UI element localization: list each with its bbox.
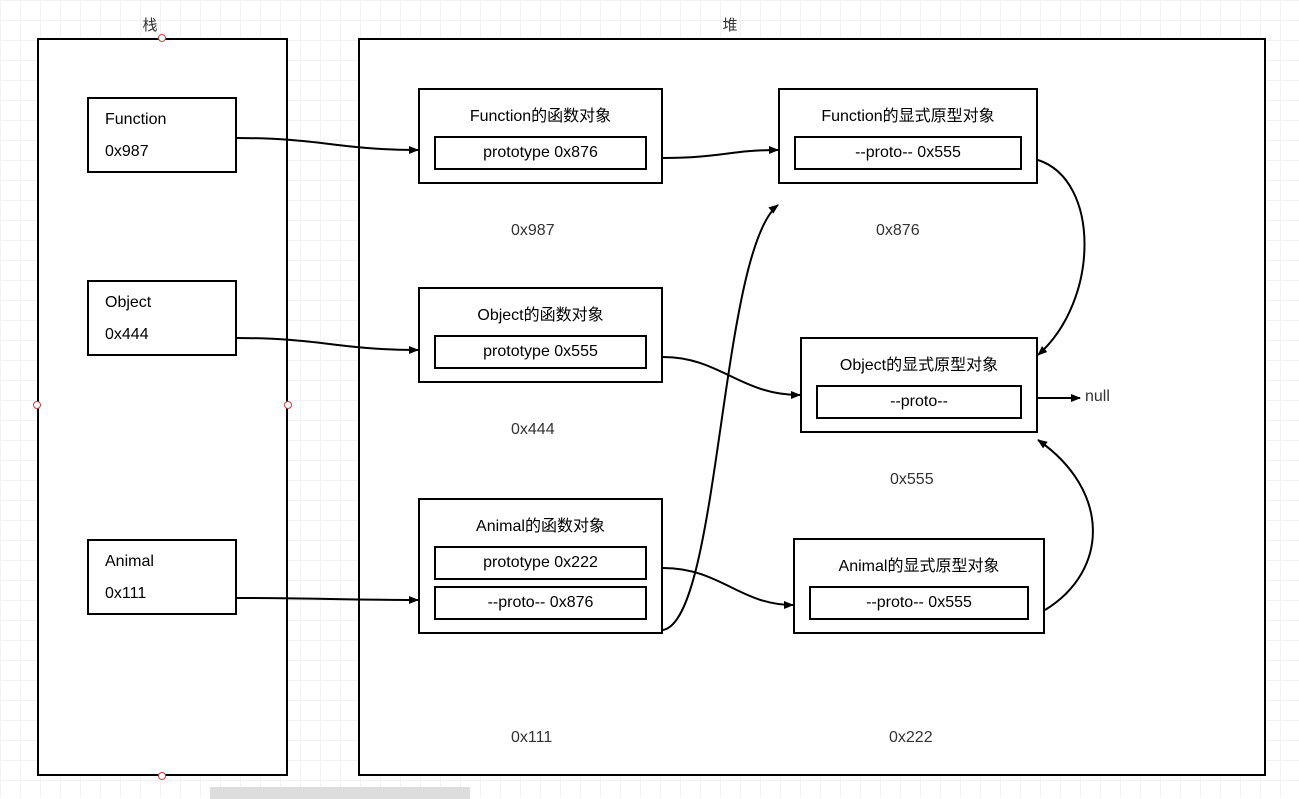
addr-label: 0x444 xyxy=(511,421,555,439)
heap-cell-prototype: prototype 0x222 xyxy=(434,546,647,580)
addr-label: 0x987 xyxy=(511,222,555,240)
stack-item-name: Function xyxy=(105,111,219,129)
stack-item-animal: Animal 0x111 xyxy=(87,539,237,615)
heap-box-title: Function的函数对象 xyxy=(434,102,647,126)
selection-handle[interactable] xyxy=(158,34,166,42)
heap-box-title: Object的显式原型对象 xyxy=(816,351,1022,375)
stack-item-name: Object xyxy=(105,294,219,312)
stack-item-function: Function 0x987 xyxy=(87,97,237,173)
heap-box-title: Animal的显式原型对象 xyxy=(809,552,1029,576)
heap-cell-proto: --proto-- 0x555 xyxy=(809,586,1029,620)
heap-object-proto: Object的显式原型对象 --proto-- xyxy=(800,337,1038,433)
selection-handle[interactable] xyxy=(284,401,292,409)
addr-label: 0x876 xyxy=(876,222,920,240)
heap-box-title: Animal的函数对象 xyxy=(434,512,647,536)
stack-item-object: Object 0x444 xyxy=(87,280,237,356)
heap-cell-proto: --proto-- xyxy=(816,385,1022,419)
stack-item-addr: 0x444 xyxy=(105,326,219,344)
heap-object-obj: Object的函数对象 prototype 0x555 xyxy=(418,287,663,383)
selection-handle[interactable] xyxy=(158,772,166,780)
heap-cell-proto: --proto-- 0x876 xyxy=(434,586,647,620)
heap-animal-proto: Animal的显式原型对象 --proto-- 0x555 xyxy=(793,538,1045,634)
stack-item-addr: 0x111 xyxy=(105,585,219,603)
addr-label: 0x222 xyxy=(889,729,933,747)
heap-function-proto: Function的显式原型对象 --proto-- 0x555 xyxy=(778,88,1038,184)
stack-title: 栈 xyxy=(130,14,170,35)
selection-handle[interactable] xyxy=(33,401,41,409)
null-label: null xyxy=(1085,388,1110,406)
heap-box-title: Function的显式原型对象 xyxy=(794,102,1022,126)
stack-item-addr: 0x987 xyxy=(105,143,219,161)
heap-title: 堆 xyxy=(710,14,750,35)
heap-animal-obj: Animal的函数对象 prototype 0x222 --proto-- 0x… xyxy=(418,498,663,634)
stack-item-name: Animal xyxy=(105,553,219,571)
addr-label: 0x555 xyxy=(890,471,934,489)
heap-cell-proto: --proto-- 0x555 xyxy=(794,136,1022,170)
scrollbar-track[interactable] xyxy=(210,787,470,799)
heap-cell-prototype: prototype 0x876 xyxy=(434,136,647,170)
heap-box-title: Object的函数对象 xyxy=(434,301,647,325)
heap-cell-prototype: prototype 0x555 xyxy=(434,335,647,369)
heap-function-obj: Function的函数对象 prototype 0x876 xyxy=(418,88,663,184)
addr-label: 0x111 xyxy=(511,729,552,747)
